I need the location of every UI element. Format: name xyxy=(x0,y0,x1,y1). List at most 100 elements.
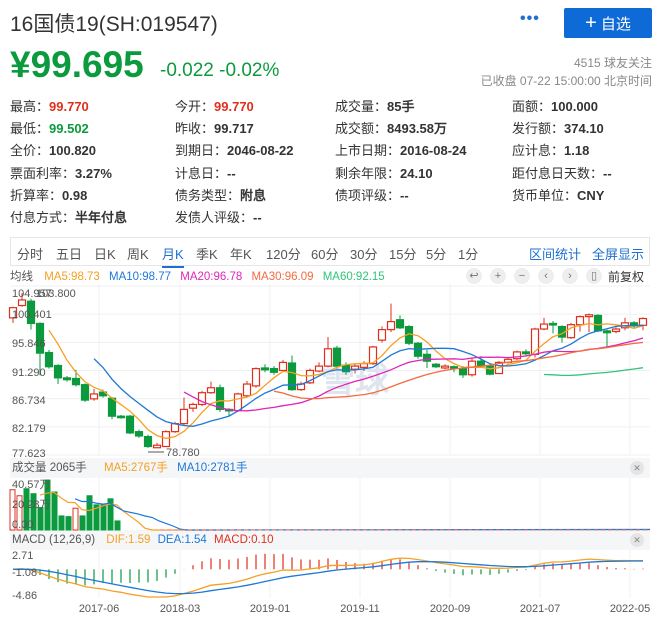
quote-field: 票面利率：3.27% xyxy=(10,163,112,182)
candle xyxy=(620,322,630,329)
fullscreen-link[interactable]: 全屏显示 xyxy=(592,244,644,263)
candle xyxy=(116,415,126,419)
quote-field: 上市日期：2016-08-24 xyxy=(335,140,467,159)
quote-field: 发行额：374.10 xyxy=(512,118,604,137)
ma-label: 均线 xyxy=(10,271,33,283)
more-options-button[interactable]: ••• xyxy=(520,10,540,28)
ma-legend: 均线 MA5:98.73 MA10:98.77 MA20:96.78 MA30:… xyxy=(10,268,385,284)
candle xyxy=(548,322,558,326)
tab-11[interactable]: 5分 xyxy=(426,244,446,263)
date-axis-label: 2017-06 xyxy=(79,603,119,615)
tab-9[interactable]: 30分 xyxy=(350,244,377,263)
ma5-line xyxy=(48,322,644,440)
period-tabs: 分时 五日 日K 周K 月K 季K 年K 120分 60分 30分 15分 5分 1分 区间统计 全屏显示 xyxy=(10,237,650,268)
macd-header: MACD (12,26,9) DIF:1.59 DEA:1.54 MACD:0.… xyxy=(10,530,650,550)
tab-8[interactable]: 60分 xyxy=(311,244,338,263)
volume-ma5-line xyxy=(39,491,651,531)
tab-6[interactable]: 年K xyxy=(230,244,252,263)
quote-label: 剩余年限： xyxy=(335,166,401,181)
volume-bar xyxy=(9,489,16,531)
price-axis-label: 86.734 xyxy=(12,395,46,407)
quote-field: 最高：99.770 xyxy=(10,96,89,115)
candle xyxy=(476,360,486,367)
adjust-select[interactable]: 前复权 xyxy=(608,268,644,285)
range-stats-link[interactable]: 区间统计 xyxy=(529,244,581,263)
candle xyxy=(368,346,378,365)
undo-icon[interactable]: ↩ xyxy=(466,268,482,284)
candle xyxy=(521,351,531,355)
quote-value: 3.27% xyxy=(75,166,112,181)
watermark: 雪球 xyxy=(321,362,390,400)
max-price-label: 103.800 xyxy=(36,288,76,300)
candle xyxy=(17,299,27,307)
tab-5[interactable]: 季K xyxy=(196,244,218,263)
macd-axis-label: -1.08 xyxy=(12,567,37,579)
volume-bar xyxy=(65,516,72,531)
candle xyxy=(71,377,81,386)
add-watchlist-button[interactable]: + 自选 xyxy=(564,8,652,38)
candle xyxy=(242,383,252,397)
quote-value: 99.717 xyxy=(214,121,254,136)
candle xyxy=(44,351,54,368)
macd-axis-label: 2.71 xyxy=(12,550,33,562)
quote-field: 付息方式：半年付息 xyxy=(10,207,127,226)
quote-value: 2046-08-22 xyxy=(227,143,294,158)
tab-0[interactable]: 分时 xyxy=(17,244,43,263)
volume-bar xyxy=(93,504,100,531)
candle xyxy=(305,369,315,384)
quote-value: -- xyxy=(227,166,236,181)
candle xyxy=(107,397,117,417)
ma20-value: MA20:96.78 xyxy=(180,271,243,283)
pan-left-icon[interactable]: ‹ xyxy=(538,268,554,284)
volume-bar xyxy=(107,498,114,531)
price-axis-label: 95.846 xyxy=(12,338,46,350)
candle xyxy=(449,366,459,369)
candle xyxy=(170,423,180,433)
macd-value: MACD:0.10 xyxy=(214,534,274,546)
current-price: ¥99.695 xyxy=(10,44,144,85)
quote-label: 计息日： xyxy=(175,166,228,181)
change-percent: -0.02% xyxy=(219,60,280,81)
candle xyxy=(413,342,423,357)
quote-field: 全价：100.820 xyxy=(10,140,96,159)
pan-right-icon[interactable]: › xyxy=(562,268,578,284)
tab-10[interactable]: 15分 xyxy=(389,244,416,263)
candle xyxy=(503,358,513,364)
quote-value: 99.770 xyxy=(214,99,254,114)
quote-field: 货币单位：CNY xyxy=(512,185,604,204)
quote-value: 24.10 xyxy=(400,166,433,181)
candle xyxy=(332,347,342,367)
zoom-in-icon[interactable]: + xyxy=(490,268,506,284)
quote-label: 付息方式： xyxy=(10,210,76,225)
tab-3[interactable]: 周K xyxy=(127,244,149,263)
tab-7[interactable]: 120分 xyxy=(266,244,301,263)
candle xyxy=(422,353,432,362)
close-macd-icon[interactable]: ✕ xyxy=(630,533,644,547)
quote-value: 100.820 xyxy=(49,143,97,158)
candle-type-icon[interactable]: ▯ xyxy=(586,268,602,284)
quote-field: 应计息：1.18 xyxy=(512,140,589,159)
candle xyxy=(278,361,288,372)
candle xyxy=(179,408,189,425)
candle xyxy=(467,360,477,376)
quote-field: 距付息日天数：-- xyxy=(512,163,612,182)
volume-label: 成交量 2065手 xyxy=(12,462,87,474)
zoom-out-icon[interactable]: − xyxy=(514,268,530,284)
volume-bar xyxy=(51,491,58,531)
tab-4[interactable]: 月K xyxy=(162,244,184,268)
quote-field: 计息日：-- xyxy=(175,163,236,182)
price-axis-label: 82.179 xyxy=(12,423,46,435)
candle xyxy=(188,403,198,409)
quote-value: -- xyxy=(253,210,262,225)
volume-bar xyxy=(16,495,23,531)
tab-2[interactable]: 日K xyxy=(94,244,116,263)
tab-12[interactable]: 1分 xyxy=(458,244,478,263)
price-axis-label: 100.401 xyxy=(12,309,52,321)
quote-value: 附息 xyxy=(240,188,267,203)
volume-bar xyxy=(37,507,44,531)
tab-1[interactable]: 五日 xyxy=(56,244,82,263)
candle xyxy=(269,367,279,373)
candle xyxy=(215,387,225,410)
candle xyxy=(152,444,162,449)
close-volume-icon[interactable]: ✕ xyxy=(630,461,644,475)
